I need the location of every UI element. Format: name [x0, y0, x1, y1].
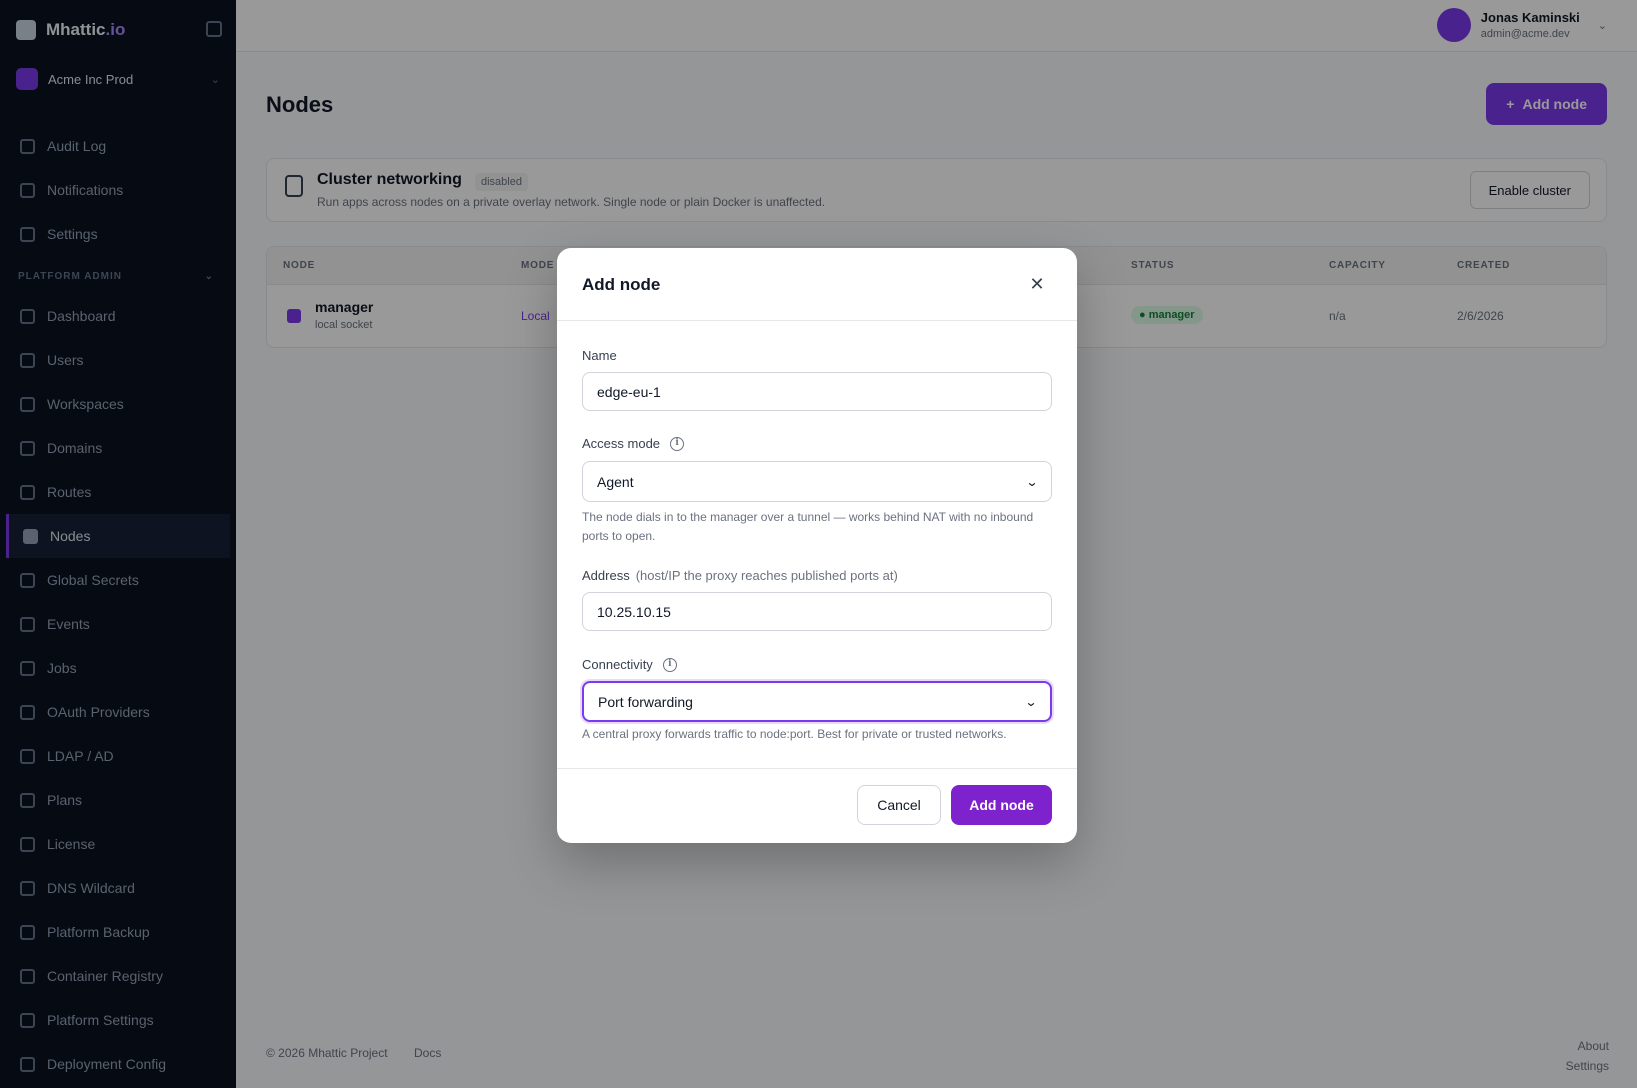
add-node-dialog: Add node ✕ Name Access modei Agent ⌄ The…: [557, 248, 1077, 843]
access-mode-help: The node dials in to the manager over a …: [582, 510, 1034, 543]
connectivity-label: Connectivity i: [582, 657, 677, 672]
chevron-down-icon: ⌄: [1025, 474, 1039, 489]
connectivity-value: Port forwarding: [598, 693, 693, 710]
name-field[interactable]: [582, 372, 1052, 411]
address-field[interactable]: [582, 592, 1052, 631]
dialog-header: Add node ✕: [557, 248, 1077, 321]
info-icon[interactable]: i: [662, 657, 677, 672]
address-label: Address (host/IP the proxy reaches publis…: [582, 568, 898, 583]
cancel-button[interactable]: Cancel: [857, 785, 941, 825]
dialog-footer: Cancel Add node: [557, 768, 1077, 843]
add-node-submit-button[interactable]: Add node: [951, 785, 1052, 825]
access-mode-select[interactable]: Agent ⌄: [582, 461, 1052, 502]
address-hint: (host/IP the proxy reaches published por…: [635, 568, 898, 583]
close-icon[interactable]: ✕: [1025, 272, 1049, 296]
dialog-title: Add node: [582, 275, 661, 294]
chevron-down-icon: ⌄: [1024, 694, 1038, 709]
access-mode-value: Agent: [597, 473, 634, 490]
name-label: Name: [582, 348, 617, 363]
connectivity-help: A central proxy forwards traffic to node…: [582, 727, 1007, 741]
connectivity-select[interactable]: Port forwarding ⌄: [582, 681, 1052, 722]
info-icon[interactable]: i: [670, 436, 685, 451]
access-mode-label: Access mode i: [582, 436, 685, 451]
